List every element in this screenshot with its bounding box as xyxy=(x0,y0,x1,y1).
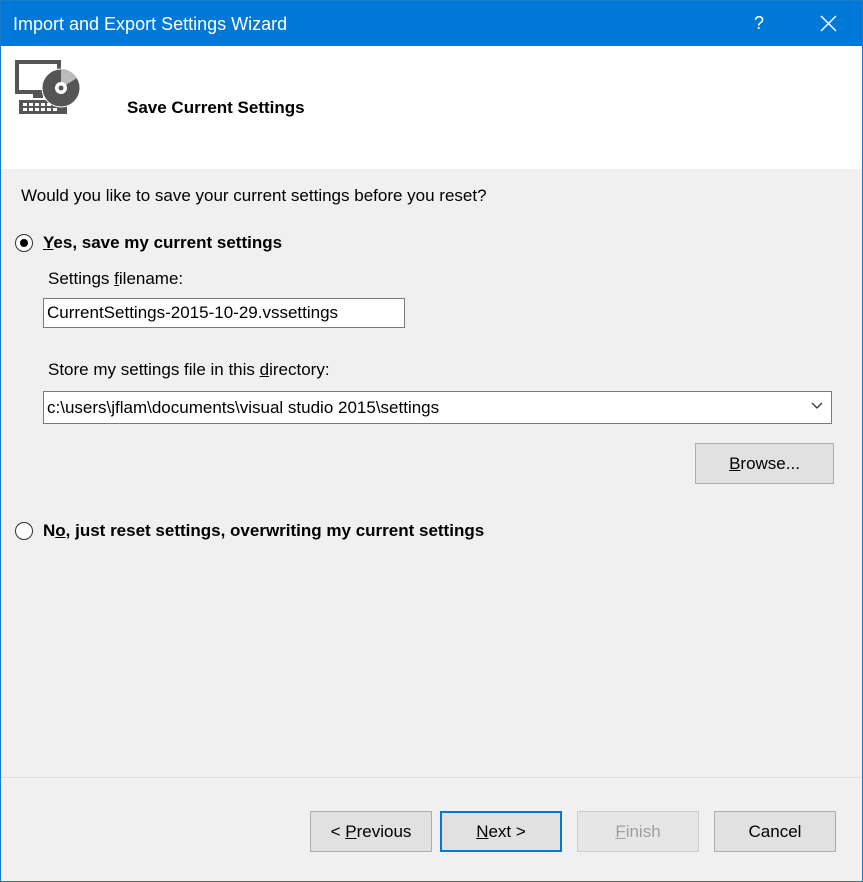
title-bar: Import and Export Settings Wizard ? xyxy=(1,1,862,46)
directory-value: c:\users\jflam\documents\visual studio 2… xyxy=(47,398,440,417)
window-title: Import and Export Settings Wizard xyxy=(13,14,288,34)
wizard-window: Import and Export Settings Wizard ? Save… xyxy=(0,0,863,882)
question-text: Would you like to save your current sett… xyxy=(21,186,487,205)
filename-label: Settings filename: xyxy=(48,269,184,288)
page-heading: Save Current Settings xyxy=(127,98,305,117)
close-icon xyxy=(820,15,837,32)
cancel-button[interactable]: Cancel xyxy=(714,811,836,852)
radio-reset-only[interactable]: No, just reset settings, overwriting my … xyxy=(15,521,484,541)
next-button[interactable]: Next > xyxy=(440,811,562,852)
browse-button[interactable]: Browse... xyxy=(695,443,834,484)
radio-button-checked[interactable] xyxy=(15,234,33,252)
filename-input[interactable]: CurrentSettings-2015-10-29.vssettings xyxy=(43,298,405,328)
radio-save-label: Yes, save my current settings xyxy=(43,233,283,252)
wizard-header: Save Current Settings xyxy=(1,46,862,169)
directory-label: Store my settings file in this directory… xyxy=(48,360,330,379)
help-button[interactable]: ? xyxy=(737,1,781,46)
settings-wizard-icon xyxy=(15,60,83,125)
previous-button[interactable]: < Previous xyxy=(310,811,432,852)
close-button[interactable] xyxy=(806,1,850,46)
chevron-down-icon[interactable] xyxy=(811,402,823,410)
radio-save-settings[interactable]: Yes, save my current settings xyxy=(15,233,282,253)
radio-button-unchecked[interactable] xyxy=(15,522,33,540)
directory-combobox[interactable]: c:\users\jflam\documents\visual studio 2… xyxy=(43,391,832,424)
radio-reset-label: No, just reset settings, overwriting my … xyxy=(43,521,485,540)
finish-button[interactable]: Finish xyxy=(577,811,699,852)
